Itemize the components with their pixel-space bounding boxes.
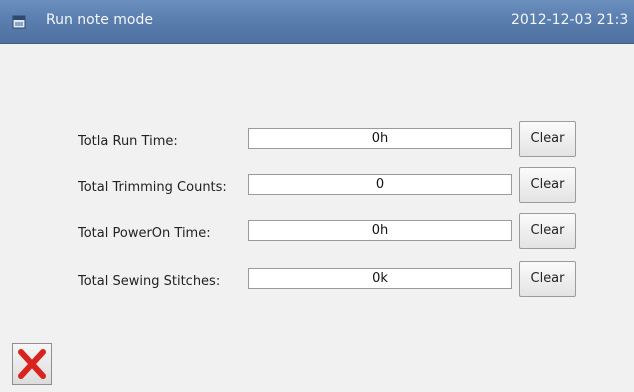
poweron-time-value: 0h (248, 220, 512, 241)
poweron-time-row: Total PowerOn Time: 0h Clear (0, 212, 634, 256)
clear-trimming-counts-button[interactable]: Clear (519, 167, 576, 203)
sewing-stitches-value: 0k (248, 268, 512, 289)
clear-sewing-stitches-button[interactable]: Clear (519, 261, 576, 297)
window-icon (12, 14, 26, 29)
sewing-stitches-label: Total Sewing Stitches: (78, 274, 221, 289)
run-time-row: Totla Run Time: 0h Clear (0, 120, 634, 164)
window-title: Run note mode (46, 12, 153, 28)
run-time-label: Totla Run Time: (78, 134, 178, 149)
clear-poweron-time-button[interactable]: Clear (519, 213, 576, 249)
sewing-stitches-row: Total Sewing Stitches: 0k Clear (0, 260, 634, 304)
trimming-counts-row: Total Trimming Counts: 0 Clear (0, 166, 634, 210)
close-x-icon (13, 349, 51, 387)
trimming-counts-label: Total Trimming Counts: (78, 180, 227, 195)
clear-run-time-button[interactable]: Clear (519, 121, 576, 157)
poweron-time-label: Total PowerOn Time: (78, 226, 211, 241)
datetime-display: 2012-12-03 21:3 (511, 12, 629, 28)
title-bar: Run note mode 2012-12-03 21:3 (0, 0, 634, 44)
run-time-value: 0h (248, 128, 512, 149)
close-button[interactable] (12, 343, 52, 385)
trimming-counts-value: 0 (248, 174, 512, 195)
